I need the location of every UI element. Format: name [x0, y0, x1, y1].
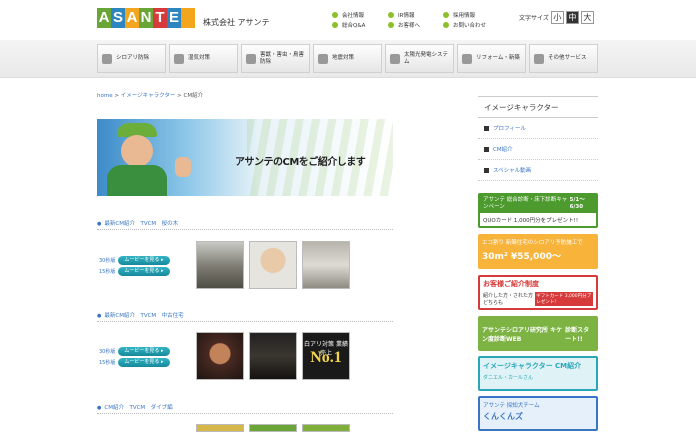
cm-thumbnail[interactable]	[249, 424, 297, 432]
bullet-icon	[484, 167, 489, 173]
nav-solar[interactable]: 太陽光発電システム	[385, 44, 454, 73]
diagnosis-web-banner[interactable]: アサンテシロアリ研究所 キケン度診断WEB 診断スタート!!	[478, 316, 598, 351]
nav-reform[interactable]: リフォーム・新築	[457, 44, 526, 73]
watch-movie-button[interactable]: ムービーを見る ▸	[118, 358, 171, 367]
header-link-qa[interactable]: 総合Q&A	[332, 20, 365, 30]
sidebar-heading: イメージキャラクター	[478, 96, 598, 118]
cm-row: 30秒版 ムービーを見る ▸	[99, 347, 171, 356]
cm-thumbnails: 白アリ対策 業績売上 No.1	[196, 332, 355, 380]
divider	[97, 229, 393, 230]
bird-icon	[246, 53, 256, 64]
spray-icon	[102, 53, 112, 64]
nav-other[interactable]: その他サービス	[529, 44, 598, 73]
font-size-label: 文字サイズ	[519, 15, 549, 22]
eco-discount-banner[interactable]: エコ割り 新築住宅のシロアリ予防施工で 30m² ¥55,000〜	[478, 234, 598, 269]
breadcrumb-parent[interactable]: イメージキャラクター	[121, 93, 176, 99]
font-size-switcher: 文字サイズ 小 中 大	[519, 11, 594, 24]
divider	[97, 413, 393, 414]
asante-logo[interactable]: ASANTE	[97, 8, 195, 28]
header-link-customers[interactable]: お客様へ	[388, 20, 420, 30]
breadcrumb-current: CM紹介	[183, 93, 204, 99]
bullet-icon	[332, 12, 338, 18]
sidebar-item-profile[interactable]: プロフィール	[478, 118, 598, 139]
header-link-recruit[interactable]: 採用情報	[443, 10, 486, 20]
header-link-company[interactable]: 会社情報	[332, 10, 365, 20]
header-link-contact[interactable]: お問い合わせ	[443, 20, 486, 30]
header: ASANTE 株式会社 アサンテ 会社情報 総合Q&A IR情報 お客様へ 採用…	[0, 0, 696, 40]
house-icon	[318, 53, 328, 64]
cm-row: 15秒版 ムービーを見る ▸	[99, 267, 171, 276]
font-size-small-button[interactable]: 小	[550, 11, 564, 24]
nav-earthquake[interactable]: 地震対策	[313, 44, 382, 73]
header-links-col1: 会社情報 総合Q&A	[332, 10, 365, 30]
header-link-ir[interactable]: IR情報	[388, 10, 420, 20]
font-size-medium-button[interactable]: 中	[565, 11, 579, 24]
cm-thumbnail[interactable]	[302, 424, 350, 432]
cm-row: 15秒版 ムービーを見る ▸	[99, 358, 171, 367]
gear-icon	[534, 53, 544, 64]
section-title: CM紹介 TVCM ダイブ編	[97, 403, 172, 411]
bullet-icon	[443, 22, 449, 28]
house-icon	[174, 53, 184, 64]
cm-thumbnail[interactable]	[196, 241, 244, 289]
cm-thumbnail[interactable]	[249, 241, 297, 289]
cm-thumbnails	[196, 241, 355, 289]
nav-pest[interactable]: 害獣・害虫・鳥害防除	[241, 44, 310, 73]
thumbnail-no1: No.1	[310, 349, 342, 366]
character-photo	[107, 123, 167, 196]
nav-termite[interactable]: シロアリ防除	[97, 44, 166, 73]
nav-moisture[interactable]: 湿気対策	[169, 44, 238, 73]
page: ASANTE 株式会社 アサンテ 会社情報 総合Q&A IR情報 お客様へ 採用…	[0, 0, 696, 432]
section-title: 最新CM紹介 TVCM 桜の木	[97, 219, 178, 227]
hero-banner: アサンテのCMをご紹介します	[97, 119, 393, 196]
sidebar-item-cm[interactable]: CM紹介	[478, 139, 598, 160]
global-nav: シロアリ防除 湿気対策 害獣・害虫・鳥害防除 地震対策 太陽光発電システム リフ…	[0, 40, 696, 78]
thumbs-up-icon	[175, 157, 191, 177]
bullet-icon	[484, 125, 489, 131]
watch-movie-button[interactable]: ムービーを見る ▸	[118, 347, 171, 356]
font-size-large-button[interactable]: 大	[580, 11, 594, 24]
breadcrumb-home[interactable]: home	[97, 93, 113, 99]
cm-thumbnail[interactable]	[302, 241, 350, 289]
breadcrumb: home > イメージキャラクター > CM紹介	[97, 93, 204, 99]
solar-panel-icon	[390, 53, 400, 64]
bullet-icon	[443, 12, 449, 18]
section-title: 最新CM紹介 TVCM 中古住宅	[97, 311, 183, 319]
header-links-col2: IR情報 お客様へ	[388, 10, 420, 30]
hero-caption: アサンテのCMをご紹介します	[235, 157, 366, 168]
company-name: 株式会社 アサンテ	[203, 18, 270, 27]
header-links-col3: 採用情報 お問い合わせ	[443, 10, 486, 30]
cm-thumbnail[interactable]	[249, 332, 297, 380]
cm-thumbnail[interactable]	[196, 332, 244, 380]
bullet-icon	[484, 146, 489, 152]
cm-thumbnail[interactable]: 白アリ対策 業績売上 No.1	[302, 332, 350, 380]
watch-movie-button[interactable]: ムービーを見る ▸	[118, 256, 171, 265]
house-icon	[462, 53, 472, 64]
sidebar-item-special[interactable]: スペシャル動画	[478, 160, 598, 181]
detection-dog-banner[interactable]: アサンテ 探知犬チーム くんくんズ	[478, 396, 598, 431]
sidebar: イメージキャラクター プロフィール CM紹介 スペシャル動画	[478, 96, 598, 181]
campaign-banner[interactable]: アサンテ 総合診断・床下診断キャンペーン 5/1〜6/30 QUOカード 1,00…	[478, 193, 598, 228]
bullet-icon	[332, 22, 338, 28]
character-cm-banner[interactable]: イメージキャラクター CM紹介 ダニエル・カールさん	[478, 356, 598, 391]
referral-banner[interactable]: お客様ご紹介制度 紹介した方・された方どちらも ギフトカード 3,000円分プレ…	[478, 275, 598, 310]
cm-thumbnail[interactable]	[196, 424, 244, 432]
bullet-icon	[388, 12, 394, 18]
divider	[97, 321, 393, 322]
cm-row: 30秒版 ムービーを見る ▸	[99, 256, 171, 265]
cm-thumbnails	[196, 424, 355, 432]
watch-movie-button[interactable]: ムービーを見る ▸	[118, 267, 171, 276]
bullet-icon	[388, 22, 394, 28]
